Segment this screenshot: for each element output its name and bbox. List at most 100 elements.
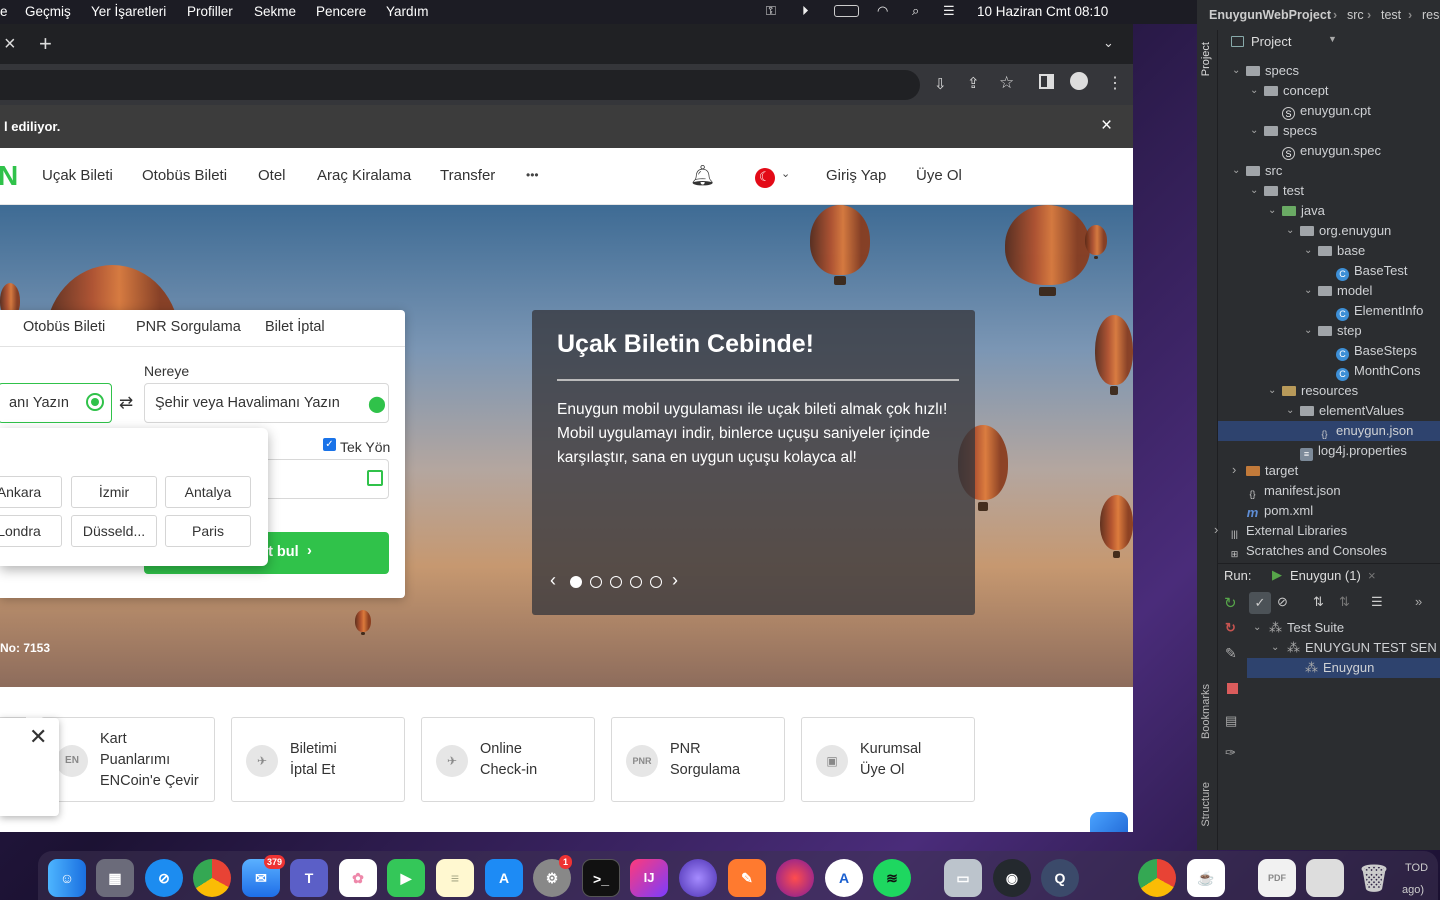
city-option-izmir[interactable]: İzmir — [71, 476, 157, 508]
chevron-down-icon[interactable]: ⌄ — [1232, 65, 1240, 76]
intellij-icon[interactable]: IJ — [630, 859, 668, 897]
to-input[interactable]: Şehir veya Havalimanı Yazın ⬤ — [144, 383, 389, 423]
facetime-icon[interactable]: ▶ — [387, 859, 425, 897]
nav-transfer[interactable]: Transfer — [440, 167, 495, 184]
city-option-paris[interactable]: Paris — [165, 515, 251, 547]
menu-item-bookmarks[interactable]: Yer İşaretleri — [91, 4, 166, 19]
new-tab-button[interactable]: + — [39, 31, 52, 57]
tree-item[interactable]: ⌄ step — [1218, 321, 1440, 341]
xcode-helper-icon[interactable] — [1090, 812, 1128, 832]
finder-icon[interactable]: ☺ — [48, 859, 86, 897]
share-icon[interactable]: ⇪ — [967, 74, 980, 92]
tree-item[interactable]: Senuygun.cpt — [1218, 101, 1440, 121]
tree-item[interactable]: m pom.xml — [1218, 501, 1440, 521]
rerun-icon[interactable]: ↻ — [1224, 594, 1237, 612]
city-option-ankara[interactable]: Ankara — [0, 476, 62, 508]
notification-bell-icon[interactable]: 🔔︎ — [690, 163, 715, 188]
github-desktop-icon[interactable]: ◉ — [993, 859, 1031, 897]
tree-item[interactable]: ⌄ specs — [1218, 121, 1440, 141]
chevron-down-icon[interactable]: ⌄ — [1304, 285, 1312, 296]
show-passed-icon[interactable]: ✓ — [1249, 592, 1271, 614]
tree-item[interactable]: C BaseSteps — [1218, 341, 1440, 361]
info-bar-close-icon[interactable]: × — [1101, 115, 1112, 137]
install-app-icon[interactable]: ⇩ — [934, 75, 947, 93]
chevron-down-icon[interactable]: ⌄ — [1250, 85, 1258, 96]
tree-item[interactable]: ⌄ elementValues — [1218, 401, 1440, 421]
chevron-down-icon[interactable]: ⌄ — [1271, 642, 1279, 653]
stop-icon[interactable] — [1227, 683, 1238, 694]
tree-item[interactable]: ⌄ concept — [1218, 81, 1440, 101]
menu-item-help[interactable]: Yardım — [386, 4, 429, 19]
expand-all-icon[interactable]: ☰ — [1371, 594, 1383, 610]
terminal-icon[interactable]: >_ — [582, 859, 620, 897]
close-tab-icon[interactable]: × — [4, 33, 16, 56]
spotlight-search-icon[interactable]: ⌕ — [912, 3, 919, 19]
tree-item[interactable]: ⌄ src — [1218, 161, 1440, 181]
menu-item-history[interactable]: Geçmiş — [25, 4, 71, 19]
menu-item-edit[interactable]: e — [0, 4, 8, 19]
structure-tool-tab[interactable]: Structure — [1200, 782, 1212, 827]
chevron-down-icon[interactable]: ⌄ — [1304, 325, 1312, 336]
app-store-icon[interactable]: A — [485, 859, 523, 897]
carousel-prev-icon[interactable]: ‹ — [550, 570, 556, 591]
layout-icon[interactable]: ▤ — [1225, 713, 1237, 729]
wifi-icon[interactable]: ◠ — [877, 3, 888, 19]
play-icon[interactable]: ⏵ — [802, 3, 809, 19]
city-option-antalya[interactable]: Antalya — [165, 476, 251, 508]
site-logo[interactable]: N — [0, 160, 18, 192]
nav-otel[interactable]: Otel — [258, 167, 286, 184]
arc-browser-icon[interactable] — [679, 859, 717, 897]
from-input[interactable]: anı Yazın — [0, 383, 112, 423]
ai-app-icon[interactable]: A — [825, 859, 863, 897]
chevron-down-icon[interactable]: ⌄ — [1250, 125, 1258, 136]
tab-bilet-iptal[interactable]: Bilet İptal — [265, 319, 325, 335]
todo-panel-label[interactable]: TOD — [1405, 862, 1428, 874]
tree-item[interactable]: ⊞ Scratches and Consoles — [1218, 541, 1440, 561]
login-link[interactable]: Giriş Yap — [826, 167, 886, 184]
chevron-down-icon[interactable]: ⌄ — [1268, 205, 1276, 216]
pin-icon[interactable]: ✑ — [1225, 745, 1236, 761]
system-settings-icon[interactable]: ⚙ 1 — [533, 855, 573, 897]
battery-icon[interactable] — [834, 5, 859, 17]
tab-pnr-sorgulama[interactable]: PNR Sorgulama — [136, 319, 241, 335]
sort-alpha-icon[interactable]: ⇅ — [1313, 594, 1324, 610]
trash-icon[interactable]: 🗑︎ — [1355, 859, 1393, 897]
chevron-down-icon[interactable]: ⌄ — [1286, 225, 1294, 236]
tree-item[interactable]: ≡ log4j.properties — [1218, 441, 1440, 461]
carousel-next-icon[interactable]: › — [672, 570, 678, 591]
nav-otobus-bileti[interactable]: Otobüs Bileti — [142, 167, 227, 184]
run-tab[interactable]: Enuygun (1) — [1290, 568, 1361, 583]
launchpad-icon[interactable]: ▦ — [96, 859, 134, 897]
bookmarks-tool-tab[interactable]: Bookmarks — [1200, 684, 1212, 739]
menu-item-window[interactable]: Pencere — [316, 4, 366, 19]
nav-ucak-bileti[interactable]: Uçak Bileti — [42, 167, 113, 184]
carousel-dot-4[interactable] — [630, 576, 642, 588]
service-card-cancel-ticket[interactable]: ✈ Biletimi İptal Et — [231, 717, 405, 802]
tree-item[interactable]: › target — [1218, 461, 1440, 481]
more-actions-icon[interactable]: » — [1415, 594, 1422, 609]
turkish-flag-icon[interactable]: ☾ — [755, 168, 775, 188]
chrome-icon[interactable] — [193, 859, 231, 897]
chevron-right-icon[interactable]: › — [1214, 522, 1218, 537]
panel-dropdown-icon[interactable]: ▼ — [1328, 34, 1337, 44]
language-chevron-icon[interactable]: ⌄ — [781, 167, 790, 180]
sort-duration-icon[interactable]: ⇅ — [1339, 594, 1350, 610]
tree-item[interactable]: ⌄ base — [1218, 241, 1440, 261]
tree-item[interactable]: ⌄ resources — [1218, 381, 1440, 401]
tree-item[interactable]: {} enuygun.json — [1218, 421, 1440, 441]
chevron-down-icon[interactable]: ⌄ — [1268, 385, 1276, 396]
chevron-down-icon[interactable]: ⌄ — [1253, 622, 1261, 633]
pdf-document-icon[interactable]: PDF — [1258, 859, 1296, 897]
browser-menu-icon[interactable]: ⋮ — [1107, 73, 1123, 93]
tree-item[interactable]: ⌄ specs — [1218, 61, 1440, 81]
spotify-icon[interactable]: ≋ — [873, 859, 911, 897]
tree-item[interactable]: C BaseTest — [1218, 261, 1440, 281]
nav-arac-kiralama[interactable]: Araç Kiralama — [317, 167, 411, 184]
show-ignored-icon[interactable]: ⊘ — [1277, 594, 1288, 610]
carousel-dot-2[interactable] — [590, 576, 602, 588]
settings-wrench-icon[interactable]: ✎ — [1225, 645, 1237, 662]
photos-icon[interactable]: ✿ — [339, 859, 377, 897]
quicktime-icon[interactable]: Q — [1041, 859, 1079, 897]
signup-link[interactable]: Üye Ol — [916, 167, 962, 184]
breadcrumb-item[interactable]: EnuygunWebProject — [1209, 8, 1331, 22]
